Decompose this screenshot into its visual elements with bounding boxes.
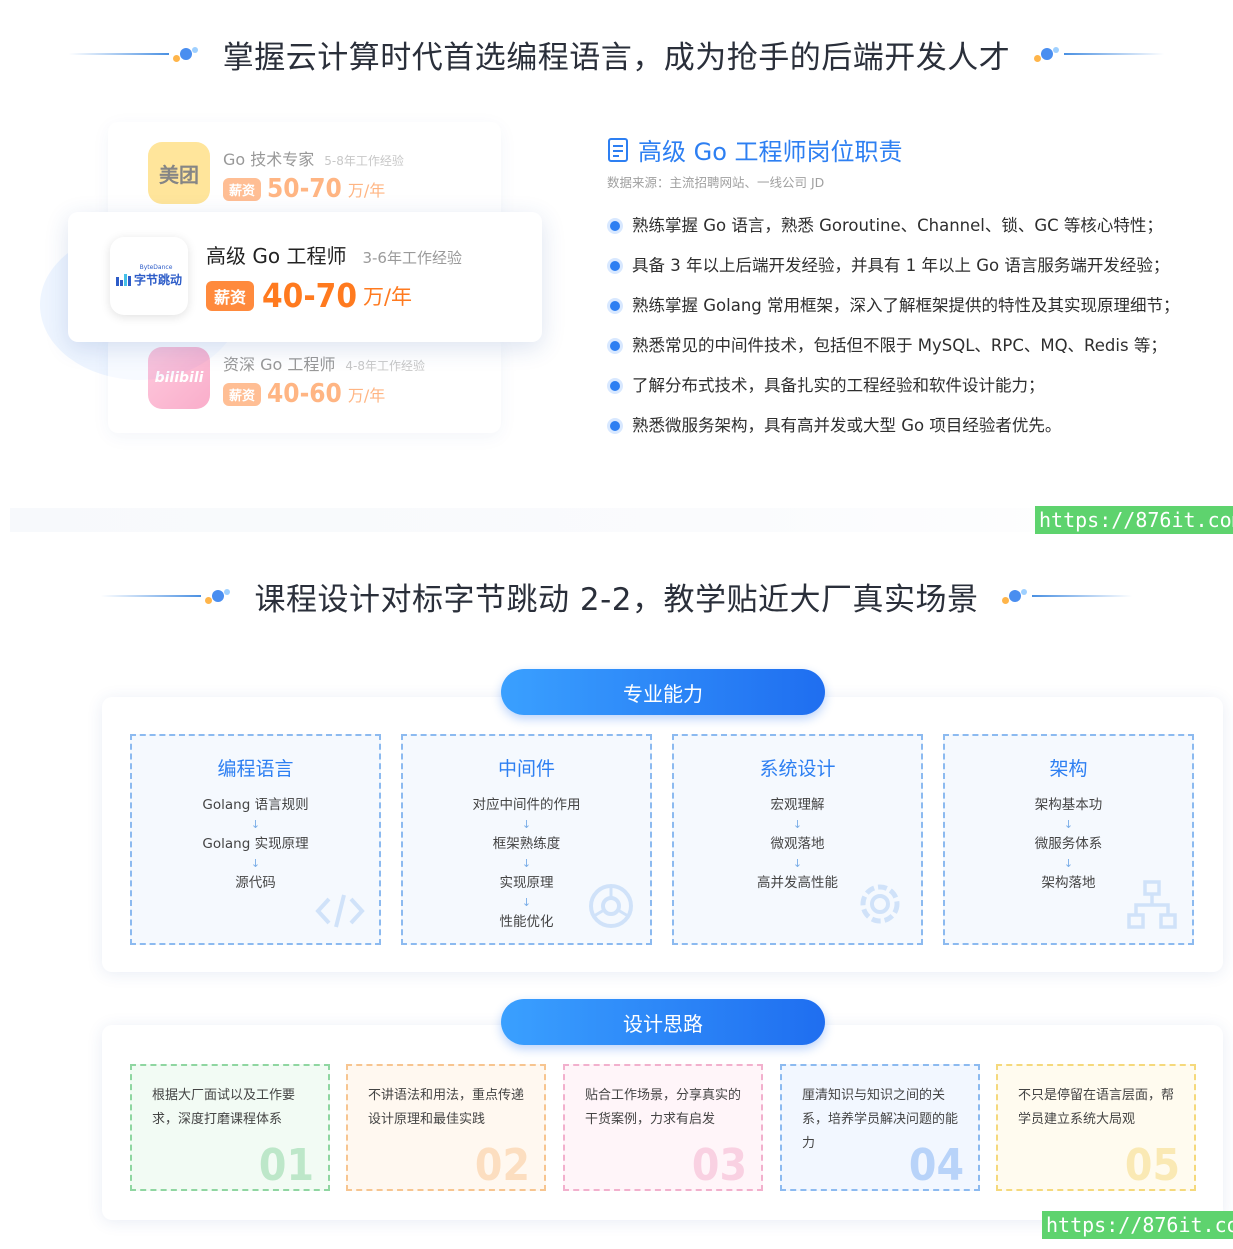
heading-line-right xyxy=(1064,53,1165,55)
code-icon xyxy=(315,894,365,928)
arrow-down-icon: ↓ xyxy=(1063,818,1074,831)
design-text: 根据大厂面试以及工作要求，深度打磨课程体系 xyxy=(152,1088,296,1127)
bilibili-logo: bilibili xyxy=(148,347,210,409)
dots-decoration-icon xyxy=(172,44,199,64)
job-card-bilibili: bilibili 资深 Go 工程师 4-8年工作经验 薪资 40-60 万/年 xyxy=(108,335,501,433)
design-number: 02 xyxy=(474,1140,530,1191)
design-number: 04 xyxy=(908,1140,964,1191)
watermark-link[interactable]: https://876it.com xyxy=(1042,1211,1233,1239)
job-experience: 5-8年工作经验 xyxy=(324,154,404,168)
skill-column-system-design: 系统设计 宏观理解 ↓ 微观落地 ↓ 高并发高性能 xyxy=(672,734,923,945)
duties-source: 数据来源：主流招聘网站、一线公司 JD xyxy=(607,175,825,190)
skill-item: 微服务体系 xyxy=(1034,836,1103,852)
job-card-meituan: 美团 Go 技术专家 5-8年工作经验 薪资 50-70 万/年 xyxy=(108,122,501,226)
design-card-03: 贴合工作场景，分享真实的干货案例，力求有启发 03 xyxy=(563,1064,763,1191)
skill-column-architecture: 架构 架构基本功 ↓ 微服务体系 ↓ 架构落地 xyxy=(943,734,1194,945)
salary-tag: 薪资 xyxy=(206,280,255,311)
skill-item: 架构基本功 xyxy=(1034,797,1103,813)
duties-list: 熟练掌握 Go 语言，熟悉 Goroutine、Channel、锁、GC 等核心… xyxy=(606,212,1180,452)
arrow-down-icon: ↓ xyxy=(250,818,261,831)
salary-line: 薪资 50-70 万/年 xyxy=(223,174,385,204)
skill-item: Golang 实现原理 xyxy=(202,836,309,852)
skill-item: 框架熟练度 xyxy=(492,836,561,852)
salary-value: 40-70 xyxy=(262,276,357,315)
aperture-icon xyxy=(589,884,633,928)
duty-item: 熟练掌握 Golang 常用框架，深入了解框架提供的特性及其实现原理细节； xyxy=(606,292,1180,332)
arrow-down-icon: ↓ xyxy=(521,857,532,870)
heading-line-right xyxy=(1032,595,1133,597)
job-title-line: Go 技术专家 5-8年工作经验 xyxy=(223,146,404,170)
arrow-down-icon: ↓ xyxy=(1063,857,1074,870)
dots-decoration-icon xyxy=(204,586,231,606)
design-card-01: 根据大厂面试以及工作要求，深度打磨课程体系 01 xyxy=(130,1064,330,1191)
job-card-bytedance: ByteDance 字节跳动 高级 Go 工程师 3-6年工作经验 薪资 40-7… xyxy=(68,212,542,342)
skill-title: 架构 xyxy=(1049,758,1088,780)
design-pill: 设计思路 xyxy=(501,999,825,1045)
salary-unit: 万/年 xyxy=(362,284,413,309)
job-experience: 4-8年工作经验 xyxy=(345,359,425,373)
skill-item: 微观落地 xyxy=(770,836,825,852)
arrow-down-icon: ↓ xyxy=(792,818,803,831)
skill-item: 宏观理解 xyxy=(770,797,825,813)
bytedance-bars-icon xyxy=(115,273,131,286)
section2-title: 课程设计对标字节跳动 2-2，教学贴近大厂真实场景 xyxy=(254,581,979,618)
job-title: 高级 Go 工程师 xyxy=(206,244,347,268)
salary-unit: 万/年 xyxy=(347,386,386,405)
skill-title: 中间件 xyxy=(497,758,555,780)
design-text: 贴合工作场景，分享真实的干货案例，力求有启发 xyxy=(585,1088,742,1127)
skill-item: 对应中间件的作用 xyxy=(472,797,581,813)
gear-icon xyxy=(860,884,900,924)
duty-item: 熟悉微服务架构，具有高并发或大型 Go 项目经验者优先。 xyxy=(606,412,1180,452)
bytedance-logo: ByteDance 字节跳动 xyxy=(110,237,188,315)
design-number: 01 xyxy=(258,1140,314,1191)
duty-item: 熟练掌握 Go 语言，熟悉 Goroutine、Channel、锁、GC 等核心… xyxy=(606,212,1180,252)
watermark-link[interactable]: https://876it.com xyxy=(1035,506,1233,534)
salary-line: 薪资 40-60 万/年 xyxy=(223,379,385,409)
document-icon xyxy=(608,137,628,162)
salary-value: 50-70 xyxy=(267,174,342,204)
design-card-04: 厘清知识与知识之间的关系，培养学员解决问题的能力 04 xyxy=(780,1064,980,1191)
meituan-logo: 美团 xyxy=(148,142,210,204)
duties-heading: 高级 Go 工程师岗位职责 xyxy=(606,132,903,167)
skill-title: 编程语言 xyxy=(217,758,294,780)
design-text: 不讲语法和用法，重点传递设计原理和最佳实践 xyxy=(368,1088,525,1127)
section1-title: 掌握云计算时代首选编程语言，成为抢手的后端开发人才 xyxy=(222,39,1011,76)
hierarchy-icon xyxy=(1127,880,1177,929)
salary-tag: 薪资 xyxy=(223,382,262,406)
design-text: 不只是停留在语言层面，帮学员建立系统大局观 xyxy=(1018,1088,1175,1127)
skill-column-middleware: 中间件 对应中间件的作用 ↓ 框架熟练度 ↓ 实现原理 ↓ 性能优化 xyxy=(401,734,652,945)
salary-line: 薪资 40-70 万/年 xyxy=(206,276,412,315)
dots-decoration-icon xyxy=(1002,586,1028,606)
job-title: Go 技术专家 xyxy=(223,150,315,169)
arrow-down-icon: ↓ xyxy=(250,857,261,870)
section2-heading: 课程设计对标字节跳动 2-2，教学贴近大厂真实场景 xyxy=(0,576,1233,618)
duty-item: 熟悉常见的中间件技术，包括但不限于 MySQL、RPC、MQ、Redis 等； xyxy=(606,332,1180,372)
salary-tag: 薪资 xyxy=(223,177,262,201)
design-card-05: 不只是停留在语言层面，帮学员建立系统大局观 05 xyxy=(996,1064,1196,1191)
design-number: 05 xyxy=(1124,1140,1180,1191)
job-experience: 3-6年工作经验 xyxy=(362,249,462,267)
dots-decoration-icon xyxy=(1034,44,1060,64)
design-card-02: 不讲语法和用法，重点传递设计原理和最佳实践 02 xyxy=(346,1064,546,1191)
arrow-down-icon: ↓ xyxy=(521,818,532,831)
section1-heading: 掌握云计算时代首选编程语言，成为抢手的后端开发人才 xyxy=(0,34,1233,76)
duties-title: 高级 Go 工程师岗位职责 xyxy=(638,138,903,166)
ability-pill: 专业能力 xyxy=(501,669,825,715)
skill-item: 源代码 xyxy=(235,875,276,891)
job-title-line: 高级 Go 工程师 3-6年工作经验 xyxy=(206,240,462,269)
job-title-line: 资深 Go 工程师 4-8年工作经验 xyxy=(223,351,425,375)
heading-line-left xyxy=(100,595,201,597)
job-title: 资深 Go 工程师 xyxy=(223,355,336,374)
arrow-down-icon: ↓ xyxy=(792,857,803,870)
duty-item: 具备 3 年以上后端开发经验，并具有 1 年以上 Go 语言服务端开发经验； xyxy=(606,252,1180,292)
duty-item: 了解分布式技术，具备扎实的工程经验和软件设计能力； xyxy=(606,372,1180,412)
skill-title: 系统设计 xyxy=(759,758,836,780)
heading-line-left xyxy=(68,53,169,55)
design-number: 03 xyxy=(691,1140,747,1191)
salary-value: 40-60 xyxy=(267,379,342,409)
skill-item: Golang 语言规则 xyxy=(202,797,309,813)
salary-unit: 万/年 xyxy=(347,181,386,200)
skill-column-language: 编程语言 Golang 语言规则 ↓ Golang 实现原理 ↓ 源代码 xyxy=(130,734,381,945)
